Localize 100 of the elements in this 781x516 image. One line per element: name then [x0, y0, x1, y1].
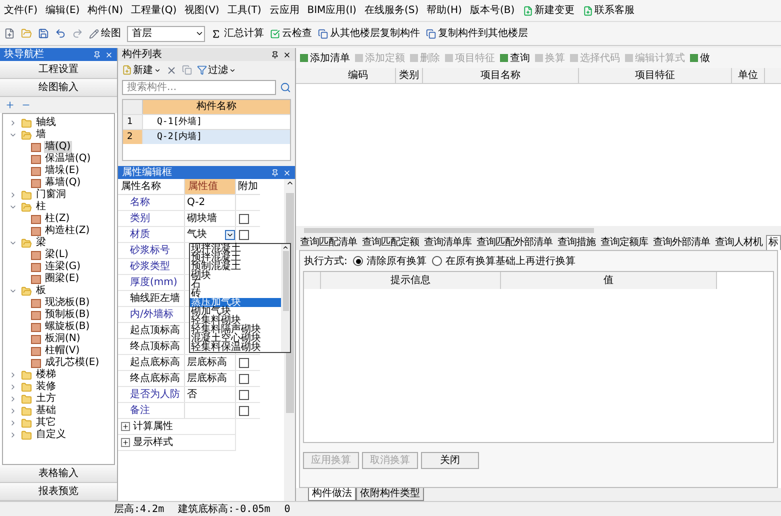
radio-button[interactable]: [353, 256, 364, 266]
tree-item[interactable]: 墙垛(E): [9, 165, 114, 177]
tree-item[interactable]: 板: [9, 285, 114, 297]
tree-item[interactable]: 保温墙(Q): [9, 153, 114, 165]
tree-item[interactable]: 轴线: [9, 117, 114, 129]
tree-item[interactable]: 自定义: [9, 429, 114, 441]
tree-item[interactable]: 成孔芯模(E): [9, 357, 114, 369]
tree-item[interactable]: 构造柱(Z): [9, 225, 114, 237]
checkbox[interactable]: [239, 406, 249, 416]
query-tab[interactable]: 查询匹配清单: [298, 236, 359, 250]
method-toolbar-button[interactable]: 添加清单: [300, 50, 350, 66]
menu-item[interactable]: 工程量(Q): [130, 3, 177, 18]
expand-icon[interactable]: [9, 239, 17, 247]
expand-icon[interactable]: [9, 203, 17, 211]
table-row[interactable]: 1 Q-1[外墙]: [123, 114, 290, 129]
menu-item[interactable]: 云应用: [269, 3, 300, 18]
action-button[interactable]: 关闭: [421, 452, 479, 469]
menu-item[interactable]: 视图(V): [184, 3, 220, 18]
copy-to-button[interactable]: 复制构件到其他楼层: [426, 26, 528, 41]
bottom-tab[interactable]: 构件做法: [308, 488, 356, 501]
tree-item[interactable]: 柱(Z): [9, 213, 114, 225]
dropdown-option[interactable]: 砖: [190, 289, 281, 298]
nav-section-button[interactable]: 绘图输入: [0, 79, 117, 97]
dropdown-option[interactable]: 石: [190, 280, 281, 289]
checkbox[interactable]: [239, 214, 249, 224]
tree-item[interactable]: 墙(Q): [9, 141, 114, 153]
tree-item[interactable]: 现浇板(B): [9, 297, 114, 309]
tree-item[interactable]: 楼梯: [9, 369, 114, 381]
property-group-row[interactable]: 计算属性: [118, 419, 236, 435]
horizontal-scrollbar[interactable]: [296, 226, 781, 234]
method-toolbar-button[interactable]: 做: [690, 50, 710, 66]
search-icon[interactable]: [280, 82, 291, 93]
delete-icon[interactable]: [166, 64, 177, 76]
draw-button[interactable]: 绘图: [89, 26, 121, 41]
tree-item[interactable]: 梁: [9, 237, 114, 249]
new-button[interactable]: 新建: [122, 62, 161, 78]
tree-item[interactable]: 幕墙(Q): [9, 177, 114, 189]
nav-section-button[interactable]: 报表预览: [0, 483, 117, 501]
undo-icon[interactable]: [55, 28, 66, 39]
dropdown-option[interactable]: 砌加气块: [190, 307, 281, 316]
menu-item[interactable]: 版本号(B): [470, 3, 515, 18]
query-tab[interactable]: 查询措施: [556, 236, 598, 250]
filter-button[interactable]: 过滤: [197, 62, 236, 78]
dropdown-option[interactable]: 砌块: [190, 271, 281, 280]
table-row[interactable]: 2 Q-2[内墙]: [123, 129, 290, 144]
dropdown-option[interactable]: 预制混凝土: [190, 262, 281, 271]
tree-item[interactable]: 柱帽(V): [9, 345, 114, 357]
scroll-up-icon[interactable]: [282, 244, 289, 251]
dropdown-option[interactable]: 混凝土空心砌块: [190, 334, 281, 343]
menu-item[interactable]: 工具(T): [227, 3, 262, 18]
menu-item[interactable]: 构件(N): [88, 3, 123, 18]
tree-item[interactable]: 螺旋板(B): [9, 321, 114, 333]
dropdown-option[interactable]: 轻集料砌块: [190, 316, 281, 325]
expand-toggle-icon[interactable]: [121, 422, 130, 431]
query-tab[interactable]: 查询匹配定额: [360, 236, 421, 250]
tree-item[interactable]: 土方: [9, 393, 114, 405]
tree-item[interactable]: 门窗洞: [9, 189, 114, 201]
expand-all-icon[interactable]: [5, 100, 15, 110]
radio-button[interactable]: [432, 256, 442, 266]
sum-button[interactable]: 汇总计算: [211, 26, 264, 41]
query-tab[interactable]: 标: [766, 235, 781, 250]
copy-from-button[interactable]: 从其他楼层复制构件: [318, 26, 420, 41]
query-tab[interactable]: 查询清单库: [422, 236, 474, 250]
tree-item[interactable]: 柱: [9, 201, 114, 213]
tree-item[interactable]: 预制板(B): [9, 309, 114, 321]
dropdown-option[interactable]: 预拌混凝土: [190, 253, 281, 262]
tree-item[interactable]: 基础: [9, 405, 114, 417]
expand-icon[interactable]: [9, 131, 17, 139]
nav-section-button[interactable]: 工程设置: [0, 61, 117, 79]
menu-item[interactable]: 文件(F): [4, 3, 38, 18]
menu-item[interactable]: BIM应用(I): [307, 3, 356, 18]
query-tab[interactable]: 查询人材机: [713, 236, 764, 250]
query-tab[interactable]: 查询定额库: [598, 236, 650, 250]
search-field[interactable]: 搜索构件...: [122, 80, 276, 95]
scroll-up-icon[interactable]: [286, 179, 294, 187]
tree-item[interactable]: 板洞(N): [9, 333, 114, 345]
close-icon[interactable]: [283, 50, 291, 58]
cloud-check-button[interactable]: 云检查: [270, 26, 312, 41]
property-group-row[interactable]: 显示样式: [118, 435, 236, 451]
material-select[interactable]: 气块: [185, 226, 235, 242]
tree-item[interactable]: 装修: [9, 381, 114, 393]
checkbox[interactable]: [239, 390, 249, 400]
menu-item[interactable]: 帮助(H): [426, 3, 462, 18]
floor-select[interactable]: 首层: [127, 26, 205, 42]
checkbox[interactable]: [239, 358, 249, 368]
method-toolbar-button[interactable]: 查询: [500, 50, 530, 66]
checkbox[interactable]: [239, 374, 249, 384]
pin-icon[interactable]: [271, 50, 279, 58]
tree-item[interactable]: 墙: [9, 129, 114, 141]
dropdown-option[interactable]: 轻集料隔声砌块: [190, 325, 281, 334]
expand-toggle-icon[interactable]: [121, 438, 130, 447]
query-tab[interactable]: 查询外部清单: [651, 236, 712, 250]
tree-item[interactable]: 梁(L): [9, 249, 114, 261]
menu-item[interactable]: 在线服务(S): [364, 3, 419, 18]
tree-item[interactable]: 圈梁(E): [9, 273, 114, 285]
tree-item[interactable]: 连梁(G): [9, 261, 114, 273]
dropdown-option[interactable]: 现拌混凝土: [190, 244, 281, 253]
dropdown-option[interactable]: 轻集料保温砌块: [190, 343, 281, 352]
save-icon[interactable]: [38, 28, 49, 39]
menu-action-button[interactable]: 联系客服: [582, 3, 635, 18]
